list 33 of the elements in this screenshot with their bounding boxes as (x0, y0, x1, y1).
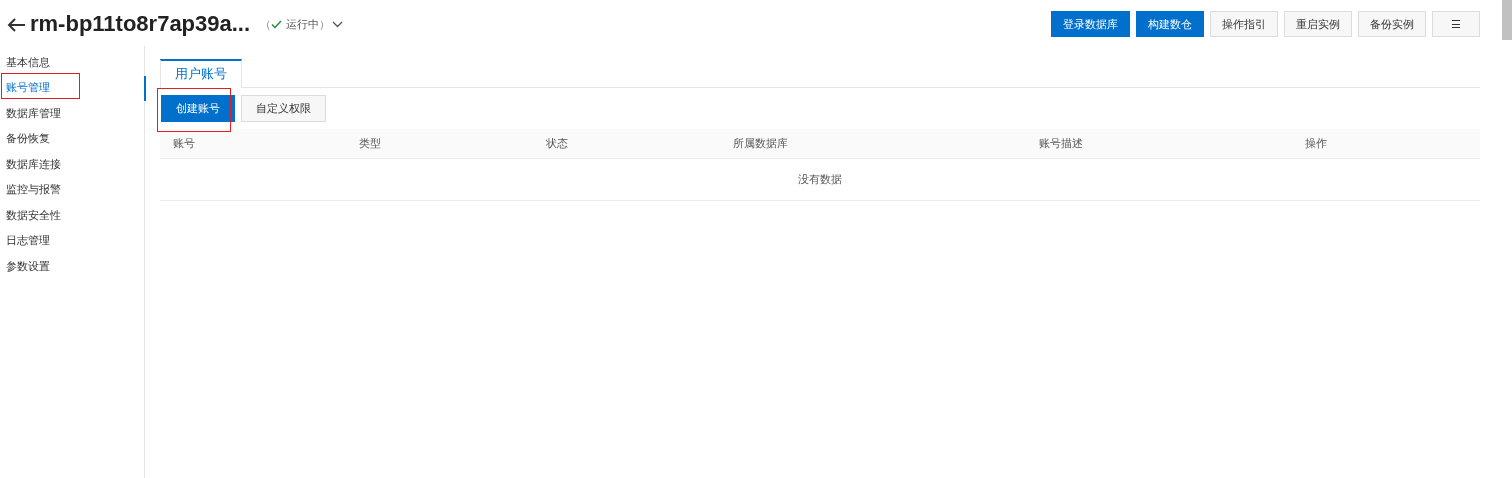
sidebar-item[interactable]: 数据库管理 (0, 105, 61, 122)
tab[interactable]: 用户账号 (160, 59, 242, 88)
check-icon (271, 20, 283, 29)
sidebar-item[interactable]: 账号管理 (0, 80, 50, 97)
sidebar-item[interactable]: 基本信息 (0, 54, 50, 71)
toolbar-button[interactable]: 登录数据库 (1051, 11, 1130, 37)
sidebar-item[interactable]: 日志管理 (0, 233, 50, 250)
column-header: 操作 (1305, 136, 1328, 151)
scrollbar-thumb[interactable] (1502, 0, 1512, 40)
sidebar-item[interactable]: 监控与报警 (0, 182, 61, 199)
column-header: 状态 (546, 136, 569, 151)
status-text: 运行中 (286, 17, 320, 33)
empty-message: 没有数据 (798, 172, 842, 187)
action-button[interactable]: 自定义权限 (241, 95, 326, 123)
toolbar-button[interactable]: 重启实例 (1284, 11, 1352, 37)
column-header: 账号 (173, 136, 196, 151)
back-arrow-icon[interactable] (6, 17, 26, 33)
toolbar-button[interactable]: ☰ (1432, 11, 1480, 37)
column-header: 所属数据库 (733, 136, 789, 151)
status-bracket: ） (319, 17, 331, 33)
column-header: 账号描述 (1039, 136, 1084, 151)
toolbar-button[interactable]: 操作指引 (1210, 11, 1278, 37)
toolbar-button[interactable]: 备份实例 (1358, 11, 1426, 37)
sidebar-item[interactable]: 备份恢复 (0, 131, 50, 148)
toolbar-button[interactable]: 构建数仓 (1136, 11, 1204, 37)
column-header: 类型 (359, 136, 382, 151)
status-bracket: （ (260, 17, 272, 33)
sidebar-item[interactable]: 数据库连接 (0, 156, 61, 173)
action-button[interactable]: 创建账号 (161, 95, 235, 123)
sidebar-item[interactable]: 参数设置 (0, 258, 50, 275)
chevron-down-icon[interactable] (332, 21, 344, 28)
sidebar-item[interactable]: 数据安全性 (0, 207, 61, 224)
instance-title: rm-bp11to8r7ap39a... (30, 9, 251, 38)
